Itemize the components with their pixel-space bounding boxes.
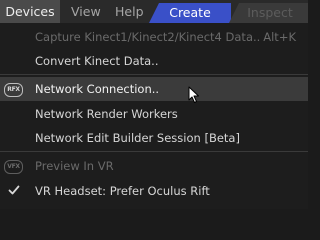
menu-separator xyxy=(0,151,308,152)
menu-item-label: Network Render Workers xyxy=(35,107,178,121)
devices-dropdown-menu: Capture Kinect1/Kinect2/Kinect4 Data.. A… xyxy=(0,23,308,209)
menu-item-network-render-workers[interactable]: Network Render Workers xyxy=(0,102,308,126)
menu-item-preview-vr[interactable]: VFX Preview In VR xyxy=(0,154,308,178)
rfx-icon: RFX xyxy=(4,83,23,97)
tab-inspect-label: Inspect xyxy=(247,5,293,20)
menu-item-label: Preview In VR xyxy=(35,159,114,173)
menu-item-label: VR Headset: Prefer Oculus Rift xyxy=(35,184,210,198)
menu-separator xyxy=(0,74,308,75)
menu-item-label: Convert Kinect Data.. xyxy=(35,54,159,68)
vfx-icon: VFX xyxy=(4,160,23,174)
menu-item-capture-kinect[interactable]: Capture Kinect1/Kinect2/Kinect4 Data.. A… xyxy=(0,25,308,49)
shortcut-label: Alt+K xyxy=(263,30,296,44)
menu-bar: Devices View Help Create Inspect xyxy=(0,0,308,23)
menu-item-label: Network Connection.. xyxy=(35,82,160,96)
menu-item-network-connection[interactable]: RFX Network Connection.. xyxy=(0,77,308,101)
menu-item-network-edit-builder[interactable]: Network Edit Builder Session [Beta] xyxy=(0,126,308,150)
menu-item-vr-headset[interactable]: VR Headset: Prefer Oculus Rift xyxy=(0,179,308,203)
mouse-cursor-icon xyxy=(188,86,199,103)
menu-item-label: Network Edit Builder Session [Beta] xyxy=(35,131,240,145)
menu-view[interactable]: View xyxy=(71,0,101,23)
tab-create[interactable]: Create xyxy=(149,3,231,23)
tab-create-label: Create xyxy=(169,5,211,20)
tab-inspect[interactable]: Inspect xyxy=(229,3,308,23)
menu-devices[interactable]: Devices xyxy=(0,0,60,23)
menu-help[interactable]: Help xyxy=(115,0,144,23)
menu-item-label: Capture Kinect1/Kinect2/Kinect4 Data.. xyxy=(35,30,261,44)
app-window: Devices View Help Create Inspect Capture… xyxy=(0,0,308,209)
check-icon xyxy=(8,185,20,195)
menu-item-convert-kinect[interactable]: Convert Kinect Data.. xyxy=(0,49,308,73)
